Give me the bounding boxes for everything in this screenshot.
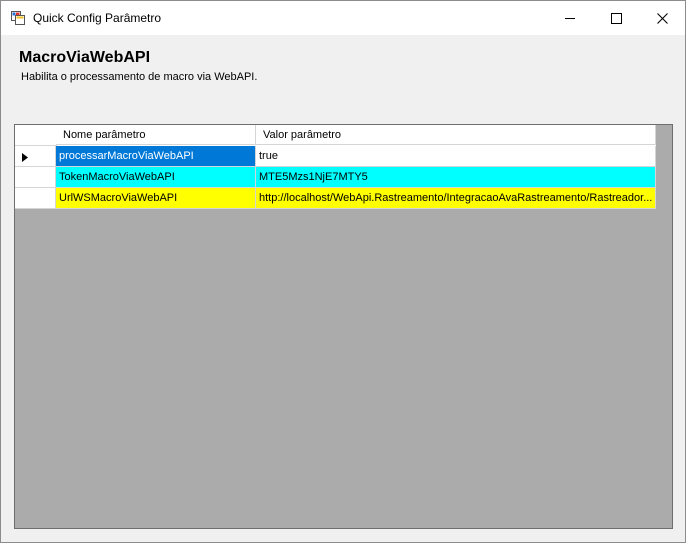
current-row-arrow-icon xyxy=(22,153,28,162)
table-row[interactable]: UrlWSMacroViaWebAPI http://localhost/Web… xyxy=(15,188,656,209)
cell-parameter-name[interactable]: TokenMacroViaWebAPI xyxy=(56,167,256,188)
minimize-button[interactable] xyxy=(547,1,593,35)
cell-parameter-value[interactable]: http://localhost/WebApi.Rastreamento/Int… xyxy=(256,188,656,209)
parameter-description: Habilita o processamento de macro via We… xyxy=(21,71,258,83)
parameters-grid[interactable]: Nome parâmetro Valor parâmetro processar… xyxy=(14,124,673,529)
cell-parameter-name[interactable]: UrlWSMacroViaWebAPI xyxy=(56,188,256,209)
table-row[interactable]: TokenMacroViaWebAPI MTE5Mzs1NjE7MTY5 xyxy=(15,167,656,188)
window-title: Quick Config Parâmetro xyxy=(33,11,162,25)
minimize-icon xyxy=(565,18,575,19)
row-header[interactable] xyxy=(15,146,56,167)
close-button[interactable] xyxy=(639,1,685,35)
grid-corner-header[interactable] xyxy=(15,125,57,146)
maximize-icon xyxy=(611,13,622,24)
cell-parameter-value[interactable]: true xyxy=(256,146,656,167)
app-window: Quick Config Parâmetro MacroViaWebAPI Ha… xyxy=(0,0,686,543)
column-header-value[interactable]: Valor parâmetro xyxy=(256,125,656,145)
title-bar[interactable]: Quick Config Parâmetro xyxy=(1,1,685,35)
table-row[interactable]: processarMacroViaWebAPI true xyxy=(15,146,656,167)
cell-parameter-name[interactable]: processarMacroViaWebAPI xyxy=(56,146,256,167)
app-icon xyxy=(11,11,25,25)
close-icon xyxy=(657,13,668,24)
row-header[interactable] xyxy=(15,188,56,209)
row-header[interactable] xyxy=(15,167,56,188)
cell-parameter-value[interactable]: MTE5Mzs1NjE7MTY5 xyxy=(256,167,656,188)
grid-header-row: Nome parâmetro Valor parâmetro xyxy=(15,125,656,146)
column-header-name[interactable]: Nome parâmetro xyxy=(56,125,256,145)
maximize-button[interactable] xyxy=(593,1,639,35)
parameter-title: MacroViaWebAPI xyxy=(19,49,151,66)
